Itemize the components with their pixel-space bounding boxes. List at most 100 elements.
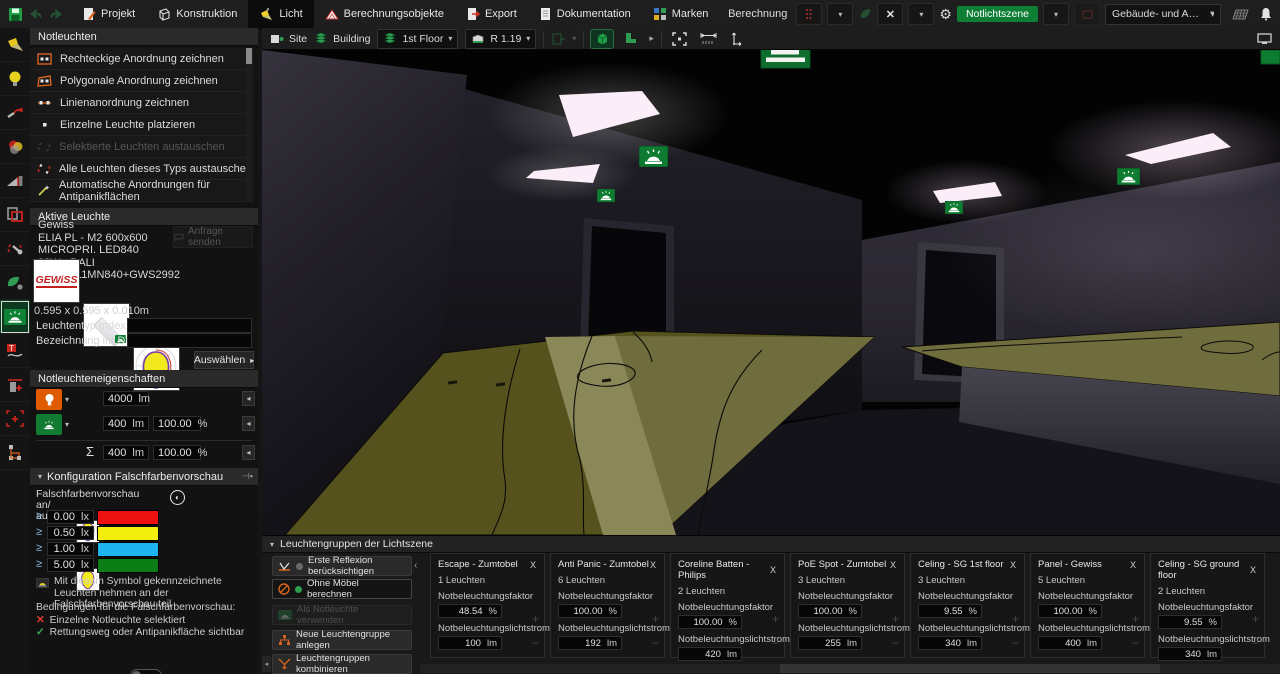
info-icon[interactable]: ◐: [170, 490, 185, 505]
emergency-flux-input[interactable]: 400lm: [103, 416, 149, 431]
request-quote-button[interactable]: Anfrage senden: [173, 226, 253, 248]
viewport-3d[interactable]: [262, 50, 1280, 535]
surfaces-tool-icon[interactable]: [0, 198, 30, 232]
decrease-button[interactable]: −: [1012, 638, 1019, 648]
view-3d-button[interactable]: [591, 30, 613, 48]
tab-projekt[interactable]: Projekt: [71, 0, 146, 28]
exit-sign[interactable]: [761, 50, 810, 68]
tool-replace-selected[interactable]: Selektierte Leuchten austauschen: [30, 136, 254, 158]
emergency-badge-icon[interactable]: [1261, 50, 1280, 64]
decrease-button[interactable]: −: [532, 638, 539, 648]
emergency-badge-icon[interactable]: [945, 201, 963, 214]
room-select[interactable]: R 1.19▾: [465, 29, 536, 49]
spotlight-tool-icon[interactable]: [0, 28, 30, 62]
threshold-input-4[interactable]: 5.00lx: [47, 558, 94, 572]
redo-icon[interactable]: [49, 8, 63, 20]
close-icon[interactable]: X: [1249, 565, 1257, 575]
emergency-flux-expand-button[interactable]: ◂: [242, 416, 255, 431]
decrease-button[interactable]: −: [1252, 638, 1259, 648]
calculation-button[interactable]: [796, 3, 822, 25]
factor-input[interactable]: 100.00%: [678, 615, 742, 629]
factor-input[interactable]: 100.00%: [1038, 604, 1102, 618]
brand-logo-thumbnail[interactable]: GEWiSS: [33, 259, 80, 303]
sum-expand-button[interactable]: ◂: [242, 445, 255, 460]
increase-button[interactable]: +: [532, 614, 539, 624]
cancel-dropdown[interactable]: ▾: [908, 3, 934, 25]
close-icon[interactable]: X: [889, 560, 897, 570]
increase-button[interactable]: +: [892, 614, 899, 624]
escape-route-tool-button[interactable]: ▾: [551, 32, 576, 46]
zoom-fit-icon[interactable]: [669, 30, 691, 48]
factor-input[interactable]: 100.00%: [798, 604, 862, 618]
scene-dropdown[interactable]: ▾: [1043, 3, 1069, 25]
view-more-arrow[interactable]: ▸: [649, 33, 654, 44]
cancel-calculation-button[interactable]: ✕: [877, 3, 903, 25]
building-button[interactable]: Building: [314, 32, 370, 45]
height-measure-icon[interactable]: [727, 30, 749, 48]
fullscreen-monitor-icon[interactable]: [1257, 33, 1272, 45]
emergency-pct-input[interactable]: 100.00%: [153, 416, 201, 431]
increase-button[interactable]: +: [772, 614, 779, 624]
tab-marken[interactable]: Marken: [642, 0, 720, 28]
emergency-light-icon[interactable]: [36, 414, 62, 435]
colors-tool-icon[interactable]: [0, 130, 30, 164]
context-select[interactable]: Gebäude- und Außenpla... ▾: [1105, 4, 1221, 25]
scene-edit-button[interactable]: [1074, 3, 1100, 25]
close-icon[interactable]: X: [769, 565, 777, 575]
first-reflection-button[interactable]: Erste Reflexion berücksichtigen: [272, 556, 412, 576]
use-as-emergency-button[interactable]: Als Notleuchte verwenden: [272, 605, 412, 625]
view-plan-button[interactable]: [620, 30, 642, 48]
factor-input[interactable]: 9.55%: [918, 604, 982, 618]
light-groups-header[interactable]: ▾ Leuchtengruppen der Lichtszene: [262, 536, 1280, 553]
add-region-tool-icon[interactable]: [0, 402, 30, 436]
increase-button[interactable]: +: [1132, 614, 1139, 624]
dimming-tool-icon[interactable]: [0, 164, 30, 198]
decrease-button[interactable]: −: [772, 638, 779, 648]
measure-icon[interactable]: [698, 30, 720, 48]
tool-rect-arrangement[interactable]: Rechteckige Anordnung zeichnen: [30, 48, 254, 70]
save-icon[interactable]: [8, 7, 23, 22]
flux-input[interactable]: 100lm: [438, 636, 502, 650]
tool-place-single[interactable]: Einzelne Leuchte platzieren: [30, 114, 254, 136]
settings-gear-icon[interactable]: ⚙: [939, 6, 952, 23]
pin-icon[interactable]: ⊣▪: [242, 471, 253, 482]
factor-input[interactable]: 48.54%: [438, 604, 502, 618]
tool-poly-arrangement[interactable]: Polygonale Anordnung zeichnen: [30, 70, 254, 92]
move-luminaire-tool-icon[interactable]: [0, 96, 30, 130]
factor-input[interactable]: 100.00%: [558, 604, 622, 618]
emergency-light-tool-icon[interactable]: [0, 300, 30, 334]
falschfarben-header[interactable]: ▾ Konfiguration Falschfarbenvorschau ⊣▪: [30, 468, 258, 486]
flux-input[interactable]: 255lm: [798, 636, 862, 650]
close-icon[interactable]: X: [529, 560, 537, 570]
cards-horizontal-scrollbar[interactable]: [420, 664, 1280, 673]
scene-button[interactable]: Notlichtszene: [957, 6, 1038, 22]
cards-scroll-left[interactable]: ‹: [414, 560, 417, 571]
threshold-input-3[interactable]: 1.00lx: [47, 542, 94, 556]
flux-input[interactable]: 400lm: [1038, 636, 1102, 650]
increase-button[interactable]: +: [1012, 614, 1019, 624]
tab-berechnungsobjekte[interactable]: Berechnungsobjekte: [314, 0, 455, 28]
tool-line-arrangement[interactable]: Linienanordnung zeichnen: [30, 92, 254, 114]
decrease-button[interactable]: −: [892, 638, 899, 648]
flux-input[interactable]: 340lm: [918, 636, 982, 650]
combine-groups-button[interactable]: Leuchtengruppen kombinieren: [272, 654, 412, 674]
notification-bell-icon[interactable]: [1260, 7, 1272, 21]
tools-scrollbar[interactable]: [246, 48, 252, 202]
decrease-button[interactable]: −: [652, 638, 659, 648]
tool-auto-antipanic[interactable]: Automatische Anordnungen für Antipanikfl…: [30, 180, 254, 202]
replace-tool-icon[interactable]: [0, 232, 30, 266]
main-light-icon[interactable]: [36, 389, 62, 410]
dwg-name-input[interactable]: [127, 333, 252, 348]
energy-tool-icon[interactable]: [0, 266, 30, 300]
emergency-badge-icon[interactable]: [1117, 168, 1140, 185]
flux-input[interactable]: 420lm: [678, 647, 742, 661]
tab-dokumentation[interactable]: Dokumentation: [528, 0, 642, 28]
decrease-button[interactable]: −: [1132, 638, 1139, 648]
factor-input[interactable]: 9.55%: [1158, 615, 1222, 629]
flux-input[interactable]: 192lm: [558, 636, 622, 650]
falsecolor-toggle[interactable]: [130, 669, 162, 674]
sum-pct-input[interactable]: 100.00%: [153, 445, 201, 460]
increase-button[interactable]: +: [1252, 614, 1259, 624]
panel-collapse-button[interactable]: ◂: [262, 656, 271, 672]
solar-panel-icon[interactable]: [1232, 9, 1249, 20]
